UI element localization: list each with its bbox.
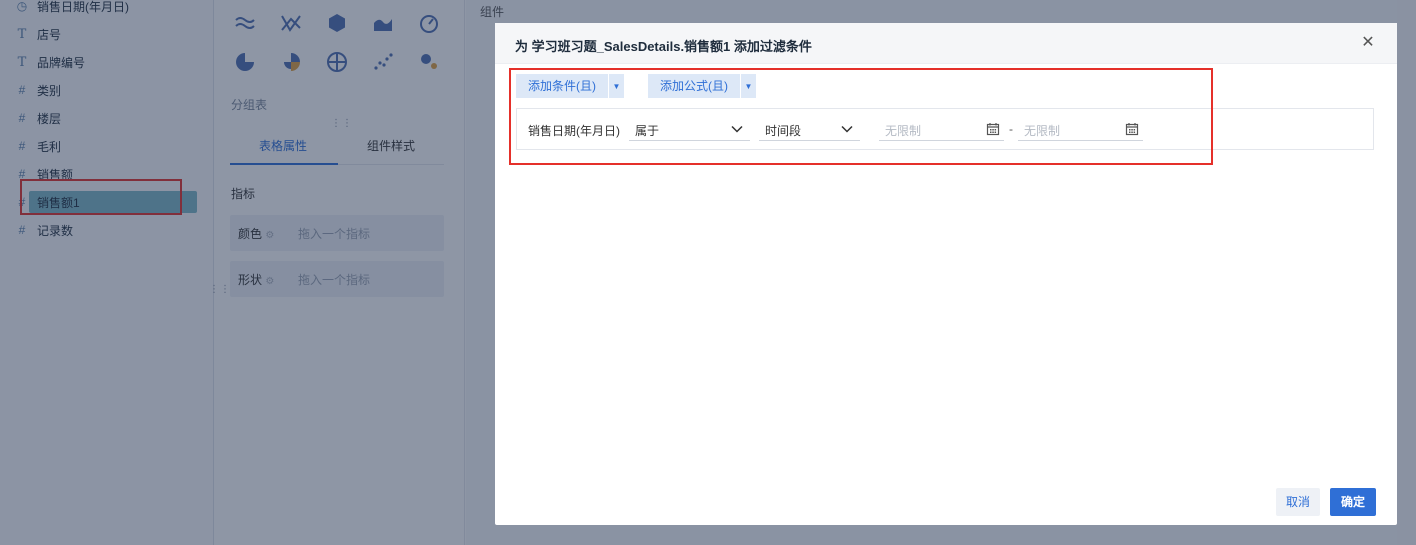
dialog-title: 为 学习班习题_SalesDetails.销售额1 添加过滤条件 (515, 39, 812, 54)
cancel-button[interactable]: 取消 (1276, 488, 1320, 516)
condition-highlight-box (509, 68, 1213, 165)
confirm-button[interactable]: 确定 (1330, 488, 1376, 516)
close-icon[interactable]: ✕ (1360, 35, 1376, 51)
dialog-header: 为 学习班习题_SalesDetails.销售额1 添加过滤条件 ✕ (495, 23, 1397, 64)
